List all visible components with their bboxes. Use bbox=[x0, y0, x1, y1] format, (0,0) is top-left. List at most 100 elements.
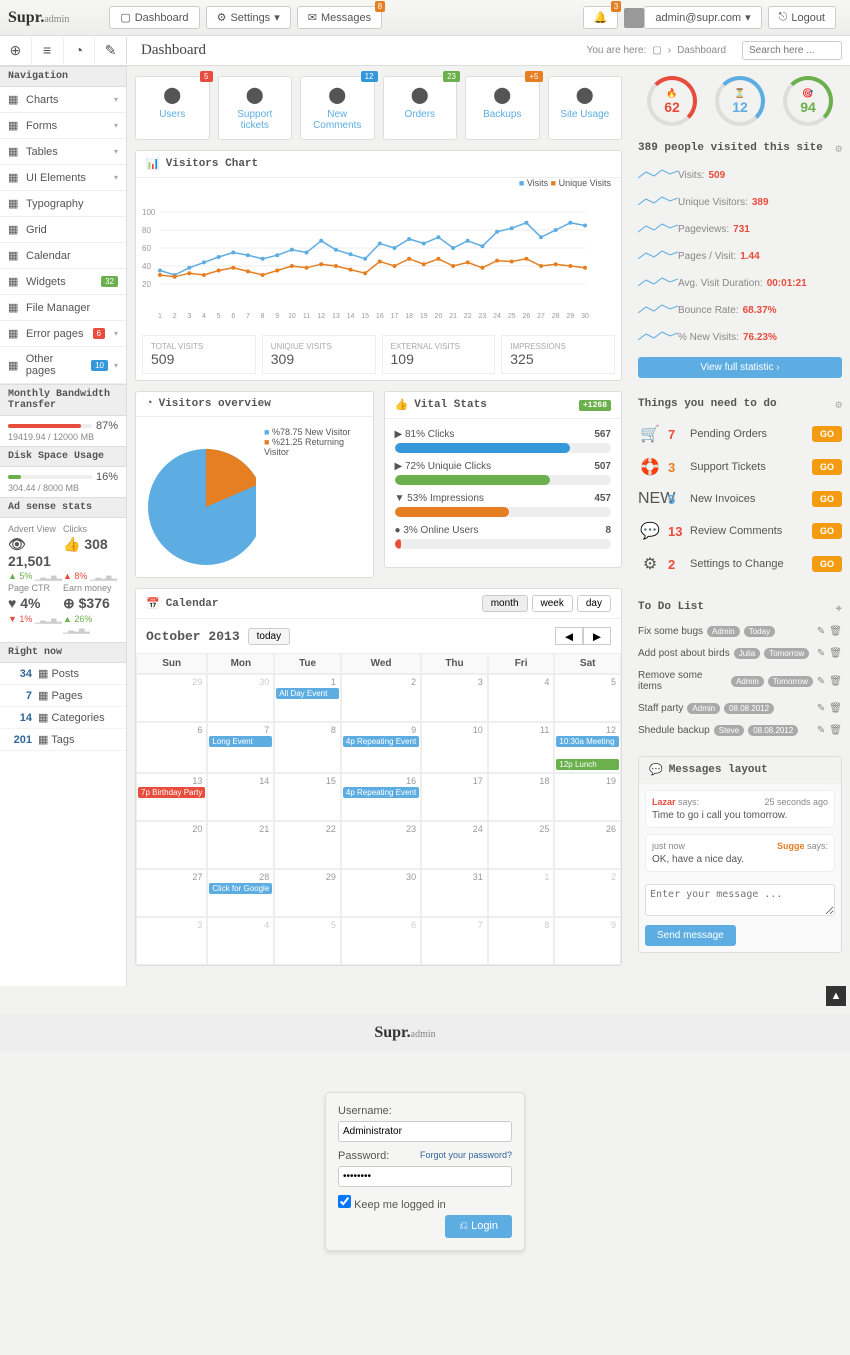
delete-icon[interactable]: 🗑 bbox=[829, 626, 842, 637]
sidebar-item[interactable]: ▦Forms▾ bbox=[0, 113, 126, 139]
cal-cell[interactable]: 30 bbox=[341, 869, 421, 917]
cal-cell[interactable]: 30 bbox=[207, 674, 274, 722]
cal-view-week[interactable]: week bbox=[532, 595, 573, 612]
cal-cell[interactable]: 19 bbox=[554, 773, 621, 821]
cal-cell[interactable]: 164p Repeating Event bbox=[341, 773, 421, 821]
sidebar-item[interactable]: ▦Grid bbox=[0, 217, 126, 243]
view-full-stats-button[interactable]: View full statistic › bbox=[638, 357, 842, 378]
gear-icon[interactable]: ⚙ bbox=[835, 142, 842, 156]
cal-cell[interactable]: 22 bbox=[274, 821, 341, 869]
nav-messages[interactable]: ✉ Messages8 bbox=[297, 6, 382, 29]
cal-cell[interactable]: 26 bbox=[554, 821, 621, 869]
edit-icon[interactable]: ✎ bbox=[817, 626, 825, 637]
cal-cell[interactable]: 25 bbox=[488, 821, 555, 869]
logout-button[interactable]: ⎋ Logout bbox=[768, 6, 836, 29]
cal-cell[interactable]: 1All Day Event bbox=[274, 674, 341, 722]
cal-cell[interactable]: 6 bbox=[341, 917, 421, 965]
cal-cell[interactable]: 8 bbox=[274, 722, 341, 773]
sidebar-item[interactable]: ▦UI Elements▾ bbox=[0, 165, 126, 191]
sidebar-item[interactable]: ▦Widgets32 bbox=[0, 269, 126, 295]
add-icon[interactable]: ✚ bbox=[835, 601, 842, 615]
sidebar-item[interactable]: ▦Calendar bbox=[0, 243, 126, 269]
cal-cell[interactable]: 14 bbox=[207, 773, 274, 821]
cal-view-month[interactable]: month bbox=[482, 595, 528, 612]
cal-cell[interactable]: 94p Repeating Event bbox=[341, 722, 421, 773]
cal-cell[interactable]: 15 bbox=[274, 773, 341, 821]
tool-pie-icon[interactable]: ◔ bbox=[64, 37, 96, 64]
username-input[interactable] bbox=[338, 1121, 512, 1142]
rightnow-row[interactable]: 34▦ Posts bbox=[0, 663, 126, 685]
tile[interactable]: +5⬤Backups bbox=[465, 76, 540, 140]
go-button[interactable]: GO bbox=[812, 491, 842, 507]
delete-icon[interactable]: 🗑 bbox=[829, 648, 842, 659]
cal-cell[interactable]: 4 bbox=[207, 917, 274, 965]
send-message-button[interactable]: Send message bbox=[645, 925, 736, 946]
login-button[interactable]: ⎌ Login bbox=[445, 1215, 512, 1238]
sidebar-item[interactable]: ▦Typography bbox=[0, 191, 126, 217]
cal-cell[interactable]: 137p Birthday Party bbox=[136, 773, 207, 821]
forgot-password-link[interactable]: Forgot your password? bbox=[420, 1150, 512, 1160]
edit-icon[interactable]: ✎ bbox=[817, 676, 825, 687]
rightnow-row[interactable]: 14▦ Categories bbox=[0, 707, 126, 729]
nav-settings[interactable]: ⚙ Settings ▾ bbox=[206, 6, 291, 29]
tool-edit-icon[interactable]: ✎ bbox=[95, 37, 126, 64]
rightnow-row[interactable]: 201▦ Tags bbox=[0, 729, 126, 751]
password-input[interactable] bbox=[338, 1166, 512, 1187]
tool-db-icon[interactable]: ≡ bbox=[32, 37, 64, 64]
cal-cell[interactable]: 21 bbox=[207, 821, 274, 869]
user-menu[interactable]: admin@supr.com ▾ bbox=[644, 6, 761, 29]
notifications-button[interactable]: 🔔3 bbox=[583, 6, 619, 29]
keep-logged-label[interactable]: Keep me logged in bbox=[338, 1195, 512, 1211]
cal-cell[interactable]: 17 bbox=[421, 773, 488, 821]
sidebar-item[interactable]: ▦Tables▾ bbox=[0, 139, 126, 165]
cal-cell[interactable]: 29 bbox=[136, 674, 207, 722]
message-input[interactable] bbox=[645, 884, 835, 916]
cal-next-button[interactable]: ► bbox=[583, 627, 611, 645]
tile[interactable]: 23⬤Orders bbox=[383, 76, 458, 140]
rightnow-row[interactable]: 7▦ Pages bbox=[0, 685, 126, 707]
cal-cell[interactable]: 2 bbox=[341, 674, 421, 722]
scroll-top-button[interactable]: ▲ bbox=[826, 986, 846, 1006]
tile[interactable]: ⬤Support tickets bbox=[218, 76, 293, 140]
delete-icon[interactable]: 🗑 bbox=[829, 725, 842, 736]
tile[interactable]: 5⬤Users bbox=[135, 76, 210, 140]
search-input[interactable] bbox=[742, 41, 842, 60]
delete-icon[interactable]: 🗑 bbox=[829, 676, 842, 687]
sidebar-item[interactable]: ▦Charts▾ bbox=[0, 87, 126, 113]
cal-cell[interactable]: 28Click for Google bbox=[207, 869, 274, 917]
cal-cell[interactable]: 3 bbox=[136, 917, 207, 965]
go-button[interactable]: GO bbox=[812, 556, 842, 572]
cal-cell[interactable]: 27 bbox=[136, 869, 207, 917]
cal-cell[interactable]: 2 bbox=[554, 869, 621, 917]
cal-cell[interactable]: 8 bbox=[488, 917, 555, 965]
keep-logged-checkbox[interactable] bbox=[338, 1195, 351, 1208]
sidebar-item[interactable]: ▦File Manager bbox=[0, 295, 126, 321]
sidebar-item[interactable]: ▦Error pages6▾ bbox=[0, 321, 126, 347]
cal-cell[interactable]: 24 bbox=[421, 821, 488, 869]
edit-icon[interactable]: ✎ bbox=[817, 725, 825, 736]
cal-cell[interactable]: 5 bbox=[274, 917, 341, 965]
go-button[interactable]: GO bbox=[812, 459, 842, 475]
cal-cell[interactable]: 23 bbox=[341, 821, 421, 869]
cal-cell[interactable]: 5 bbox=[554, 674, 621, 722]
cal-cell[interactable]: 10 bbox=[421, 722, 488, 773]
gear-icon[interactable]: ⚙ bbox=[835, 398, 842, 412]
logo[interactable]: Supr.admin bbox=[8, 9, 69, 27]
cal-cell[interactable]: 9 bbox=[554, 917, 621, 965]
edit-icon[interactable]: ✎ bbox=[817, 648, 825, 659]
go-button[interactable]: GO bbox=[812, 523, 842, 539]
edit-icon[interactable]: ✎ bbox=[817, 703, 825, 714]
cal-cell[interactable]: 20 bbox=[136, 821, 207, 869]
cal-cell[interactable]: 4 bbox=[488, 674, 555, 722]
nav-dashboard[interactable]: ▢ Dashboard bbox=[109, 6, 199, 29]
delete-icon[interactable]: 🗑 bbox=[829, 703, 842, 714]
tool-support-icon[interactable]: ⊕ bbox=[0, 37, 32, 64]
cal-prev-button[interactable]: ◄ bbox=[555, 627, 583, 645]
today-button[interactable]: today bbox=[248, 628, 290, 645]
cal-cell[interactable]: 31 bbox=[421, 869, 488, 917]
tile[interactable]: 12⬤New Comments bbox=[300, 76, 375, 140]
cal-cell[interactable]: 7 bbox=[421, 917, 488, 965]
cal-cell[interactable]: 18 bbox=[488, 773, 555, 821]
cal-cell[interactable]: 3 bbox=[421, 674, 488, 722]
tile[interactable]: ⬤Site Usage bbox=[548, 76, 623, 140]
